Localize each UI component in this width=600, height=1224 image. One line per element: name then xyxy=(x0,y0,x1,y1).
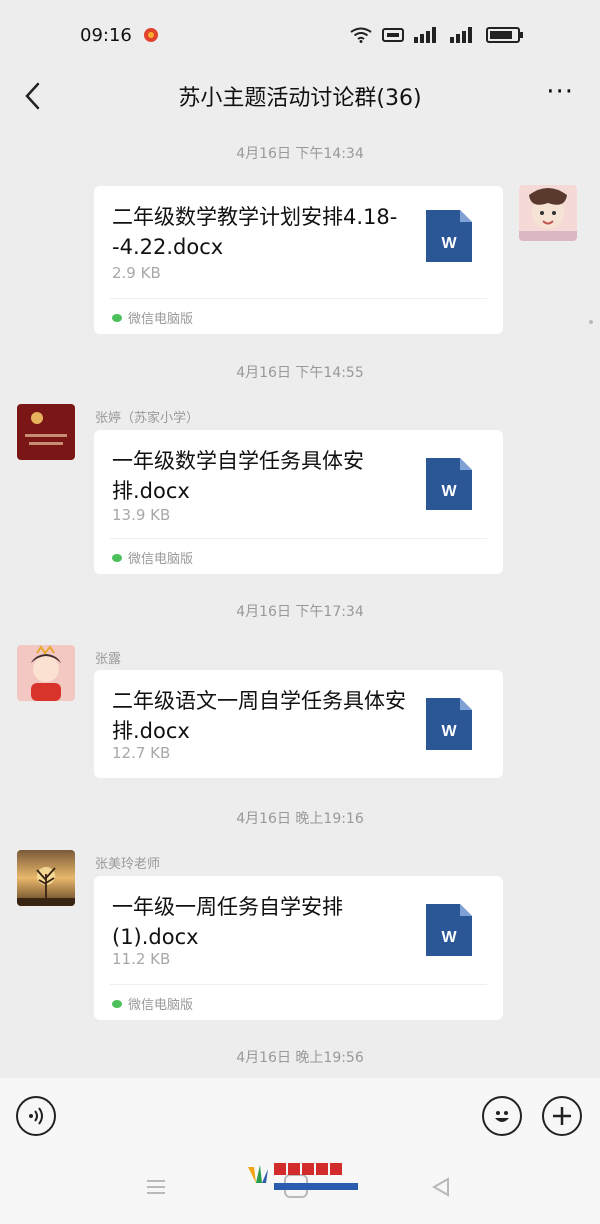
sender-avatar[interactable] xyxy=(17,404,75,460)
sender-avatar[interactable] xyxy=(17,850,75,906)
card-divider xyxy=(110,538,487,539)
file-name: 二年级语文一周自学任务具体安排.docx xyxy=(112,689,406,743)
my-avatar[interactable] xyxy=(519,185,577,241)
word-document-icon: W xyxy=(426,210,472,262)
file-size: 13.9 KB xyxy=(112,506,171,524)
status-bar: 09:16 xyxy=(0,0,600,70)
scroll-indicator xyxy=(589,320,593,324)
sender-avatar[interactable] xyxy=(17,645,75,701)
message-timestamp: 4月16日 下午17:34 xyxy=(236,604,364,620)
back-button[interactable] xyxy=(18,78,46,114)
hd-icon xyxy=(382,28,404,42)
file-size: 12.7 KB xyxy=(112,744,171,762)
file-size: 2.9 KB xyxy=(112,264,161,282)
watermark-wordmark xyxy=(274,1162,342,1175)
file-name: 一年级数学自学任务具体安排.docx xyxy=(112,449,364,503)
voice-icon xyxy=(29,1107,43,1125)
nav-back-icon[interactable] xyxy=(430,1176,452,1198)
chat-header: 苏小主题活动讨论群(36) ··· xyxy=(0,70,600,122)
message-timestamp: 4月16日 晚上19:16 xyxy=(236,811,364,827)
word-document-icon: W xyxy=(426,458,472,510)
input-bar xyxy=(0,1078,600,1158)
card-source: 微信电脑版 xyxy=(112,548,193,567)
file-size: 11.2 KB xyxy=(112,950,171,968)
avatar-image xyxy=(17,404,75,460)
plus-icon xyxy=(553,1107,571,1125)
file-name: 一年级一周任务自学安排(1).docx xyxy=(112,895,343,949)
wechat-pc-icon xyxy=(112,313,122,322)
watermark-subbar xyxy=(274,1182,358,1190)
card-source: 微信电脑版 xyxy=(112,308,193,327)
signal-icon-2 xyxy=(450,27,472,43)
emoji-button[interactable] xyxy=(482,1096,522,1136)
word-document-icon: W xyxy=(426,904,472,956)
message-timestamp: 4月16日 下午14:55 xyxy=(236,365,364,381)
message-timestamp: 4月16日 下午14:34 xyxy=(236,146,364,162)
file-message-card[interactable]: 一年级一周任务自学安排(1).docx 11.2 KB W 微信电脑版 xyxy=(94,876,503,1020)
wifi-icon xyxy=(350,27,372,43)
word-letter: W xyxy=(441,483,457,500)
word-letter: W xyxy=(441,723,457,740)
word-document-icon: W xyxy=(426,698,472,750)
wechat-pc-icon xyxy=(112,999,122,1008)
more-options-button[interactable]: ··· xyxy=(546,79,574,105)
wechat-pc-icon xyxy=(112,553,122,562)
battery-icon xyxy=(486,27,523,43)
status-time: 09:16 xyxy=(80,24,132,46)
sender-name: 张婷（苏家小学） xyxy=(95,411,200,426)
file-message-card[interactable]: 二年级数学教学计划安排4.18--4.22.docx 2.9 KB W 微信电脑… xyxy=(94,186,503,334)
chat-title: 苏小主题活动讨论群(36) xyxy=(178,86,422,111)
file-message-card[interactable]: 一年级数学自学任务具体安排.docx 13.9 KB W 微信电脑版 xyxy=(94,430,503,574)
notification-icon xyxy=(143,28,158,42)
source-label: 微信电脑版 xyxy=(128,998,194,1013)
menu-icon[interactable] xyxy=(145,1176,167,1198)
emoji-icon xyxy=(495,1111,509,1122)
source-label: 微信电脑版 xyxy=(128,312,194,327)
avatar-image xyxy=(17,850,75,906)
add-button[interactable] xyxy=(542,1096,582,1136)
file-message-card[interactable]: 二年级语文一周自学任务具体安排.docx 12.7 KB W xyxy=(94,670,503,778)
watermark-icon xyxy=(248,1165,268,1183)
word-letter: W xyxy=(441,235,457,252)
status-indicators xyxy=(350,27,523,43)
watermark-logo xyxy=(246,1160,370,1190)
chevron-left-icon xyxy=(25,82,40,110)
file-name: 二年级数学教学计划安排4.18--4.22.docx xyxy=(112,205,398,259)
sender-name: 张露 xyxy=(95,652,122,667)
message-timestamp: 4月16日 晚上19:56 xyxy=(236,1050,364,1066)
word-letter: W xyxy=(441,929,457,946)
signal-icon-1 xyxy=(414,27,436,43)
voice-button[interactable] xyxy=(16,1096,56,1136)
card-source: 微信电脑版 xyxy=(112,994,193,1013)
avatar-image xyxy=(17,645,75,701)
sender-name: 张美玲老师 xyxy=(95,857,161,872)
card-divider xyxy=(110,984,487,985)
avatar-image xyxy=(519,185,577,241)
card-divider xyxy=(110,298,487,299)
source-label: 微信电脑版 xyxy=(128,552,194,567)
